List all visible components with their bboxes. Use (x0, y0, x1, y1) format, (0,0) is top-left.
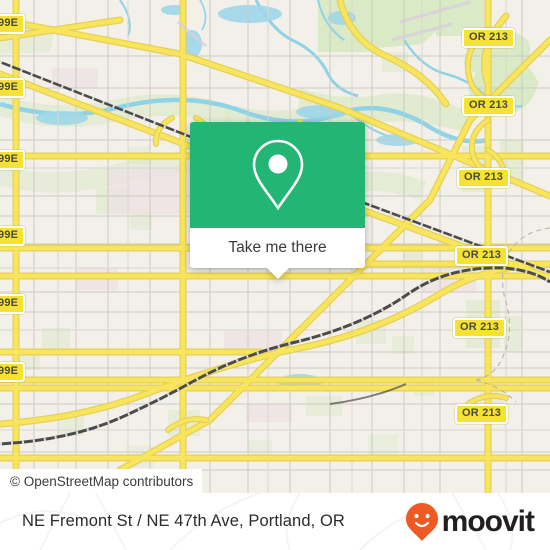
road-shield-99e-2: 99E (0, 78, 26, 98)
moovit-smiley-pin-icon (405, 502, 438, 541)
road-shield-or213-3: OR 213 (457, 168, 511, 188)
popup-tail-arrow (266, 268, 289, 279)
osm-attribution[interactable]: © OpenStreetMap contributors (0, 469, 203, 493)
road-shield-or213-6: OR 213 (455, 404, 509, 424)
popup-footer[interactable]: Take me there (190, 228, 365, 279)
map-screenshot: 99E 99E 99E 99E 99E 99E OR 213 OR 213 OR… (0, 0, 550, 550)
road-shield-or213-5: OR 213 (453, 318, 507, 338)
road-shield-99e-6: 99E (0, 362, 26, 382)
road-shield-99e-3: 99E (0, 150, 26, 170)
osm-attribution-text: © OpenStreetMap contributors (10, 473, 194, 489)
footer-bar: NE Fremont St / NE 47th Ave, Portland, O… (0, 493, 550, 550)
road-shield-or213-1: OR 213 (462, 28, 516, 48)
map-canvas[interactable]: 99E 99E 99E 99E 99E 99E OR 213 OR 213 OR… (0, 0, 550, 493)
road-shield-99e-4: 99E (0, 226, 26, 246)
moovit-logo[interactable]: moovit (405, 493, 535, 550)
road-shield-99e-1: 99E (0, 14, 26, 34)
road-shield-99e-5: 99E (0, 294, 26, 314)
map-pin-icon (252, 139, 303, 211)
road-shield-or213-4: OR 213 (455, 246, 509, 266)
location-title-text: NE Fremont St / NE 47th Ave, Portland, O… (22, 512, 345, 530)
moovit-wordmark: moovit (441, 504, 535, 538)
road-shield-or213-2: OR 213 (462, 96, 516, 116)
take-me-there-label: Take me there (228, 239, 327, 256)
popup-header (190, 122, 365, 228)
map-popup-card[interactable]: Take me there (190, 122, 365, 279)
location-title: NE Fremont St / NE 47th Ave, Portland, O… (22, 493, 345, 550)
